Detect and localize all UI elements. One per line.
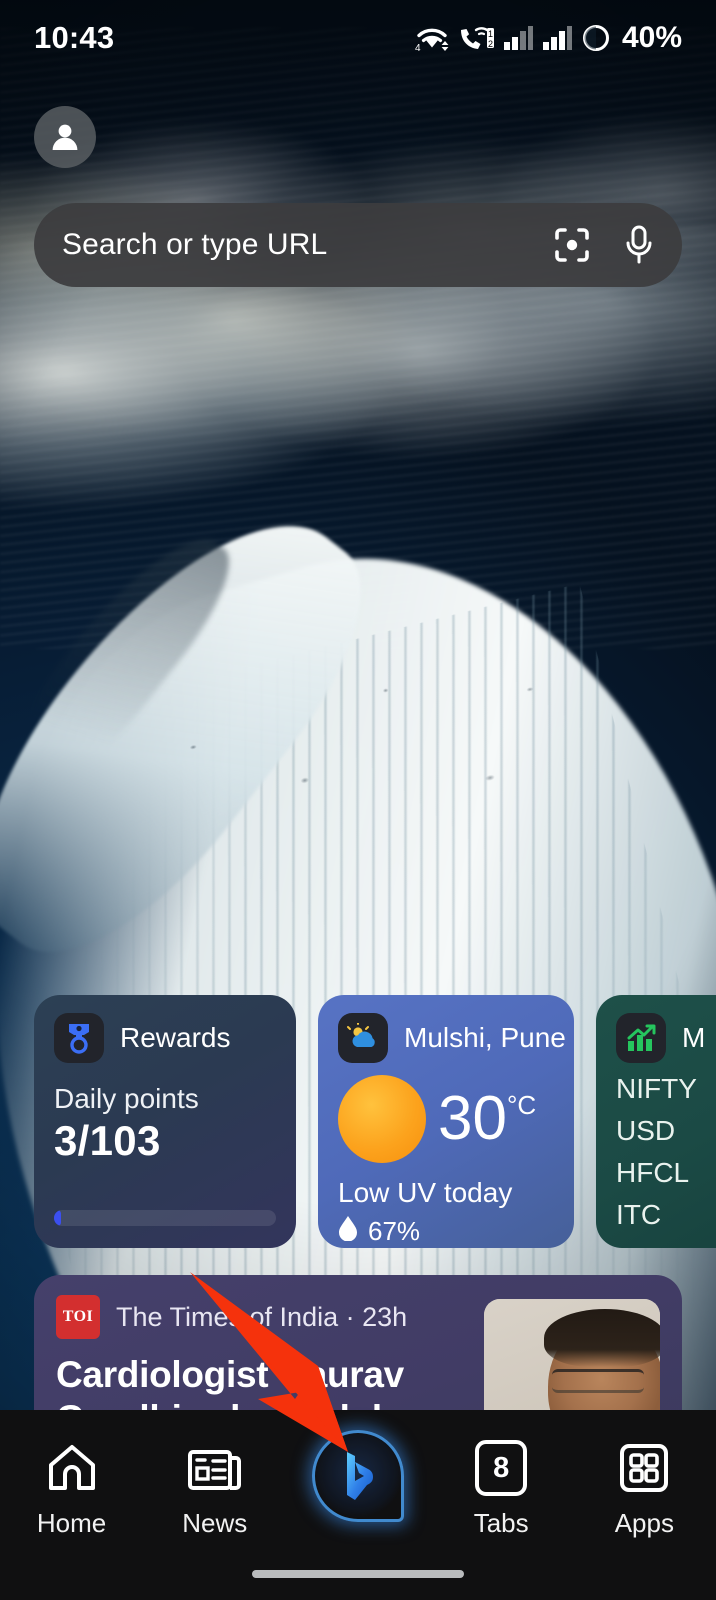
sun-icon <box>338 1075 426 1163</box>
rewards-medal-icon <box>54 1013 104 1063</box>
stocks-trend-up-icon <box>616 1013 666 1063</box>
nav-item-tabs[interactable]: 8 Tabs <box>437 1440 565 1539</box>
rewards-label: Daily points <box>54 1083 199 1114</box>
weather-card[interactable]: Mulshi, Pune 30°C Low UV today 67% <box>318 995 574 1248</box>
nav-item-bing-chat[interactable] <box>294 1430 422 1522</box>
temperature-unit: °C <box>506 1090 537 1120</box>
wifi-icon: 4 <box>415 24 449 52</box>
browser-home-screen: 10:43 4 1 2 40% Search or type URL Rewar… <box>0 0 716 1600</box>
stocks-card-title: M <box>682 1022 706 1053</box>
weather-humidity: 67% <box>338 1215 554 1248</box>
status-clock: 10:43 <box>34 20 115 55</box>
svg-text:1: 1 <box>488 29 493 39</box>
nav-item-apps[interactable]: Apps <box>580 1440 708 1539</box>
vowifi-call-icon: 1 2 <box>458 24 494 52</box>
stocks-card[interactable]: M NIFTY USD HFCL ITC <box>596 995 716 1248</box>
rewards-progress-fill <box>54 1210 61 1226</box>
water-drop-icon <box>338 1215 358 1248</box>
nav-label-apps: Apps <box>614 1508 674 1538</box>
newspaper-icon <box>187 1440 243 1496</box>
nav-item-news[interactable]: News <box>151 1440 279 1539</box>
apps-grid-icon <box>618 1440 670 1496</box>
sim1-signal-icon <box>503 24 533 52</box>
nav-label-tabs: Tabs <box>473 1508 529 1538</box>
account-avatar-icon[interactable] <box>34 106 96 168</box>
stocks-row: HFCL <box>616 1157 690 1188</box>
nav-label-news: News <box>182 1508 248 1538</box>
home-icon <box>46 1440 98 1496</box>
weather-location: Mulshi, Pune <box>404 1022 566 1053</box>
toi-logo-icon: TOI <box>56 1295 100 1339</box>
svg-text:2: 2 <box>488 39 493 49</box>
status-bar: 10:43 4 1 2 40% <box>0 0 716 76</box>
rewards-value: 3/103 <box>54 1117 161 1164</box>
battery-percent: 40% <box>621 21 682 54</box>
nav-item-home[interactable]: Home <box>8 1440 136 1539</box>
search-input[interactable]: Search or type URL <box>62 228 552 262</box>
weather-uv-text: Low UV today <box>338 1177 513 1208</box>
camera-lens-icon[interactable] <box>552 225 592 265</box>
stocks-row: ITC <box>616 1199 662 1230</box>
rewards-card[interactable]: Rewards Daily points 3/103 <box>34 995 296 1248</box>
battery-icon <box>581 23 611 53</box>
rewards-card-title: Rewards <box>120 1022 231 1053</box>
bottom-navigation-bar[interactable]: Home News 8 Tabs Apps <box>0 1410 716 1600</box>
partly-cloudy-icon <box>338 1013 388 1063</box>
sim2-signal-icon <box>542 24 572 52</box>
weather-temperature: 30°C <box>438 1084 537 1153</box>
rewards-progress-bar <box>54 1210 276 1226</box>
humidity-value: 67% <box>368 1216 421 1246</box>
stocks-row: NIFTY <box>616 1073 697 1104</box>
widget-card-strip[interactable]: Rewards Daily points 3/103 Mulshi, Pune <box>0 995 716 1253</box>
svg-text:4: 4 <box>415 43 421 52</box>
nav-label-home: Home <box>36 1508 107 1538</box>
news-source-meta: The Times of India · 23h <box>116 1301 408 1332</box>
bing-chat-icon[interactable] <box>311 1430 404 1522</box>
tabs-count-icon: 8 <box>475 1440 528 1496</box>
stocks-row: USD <box>616 1115 676 1146</box>
search-bar[interactable]: Search or type URL <box>34 203 682 287</box>
home-gesture-indicator <box>252 1570 464 1578</box>
microphone-icon[interactable] <box>622 224 656 266</box>
